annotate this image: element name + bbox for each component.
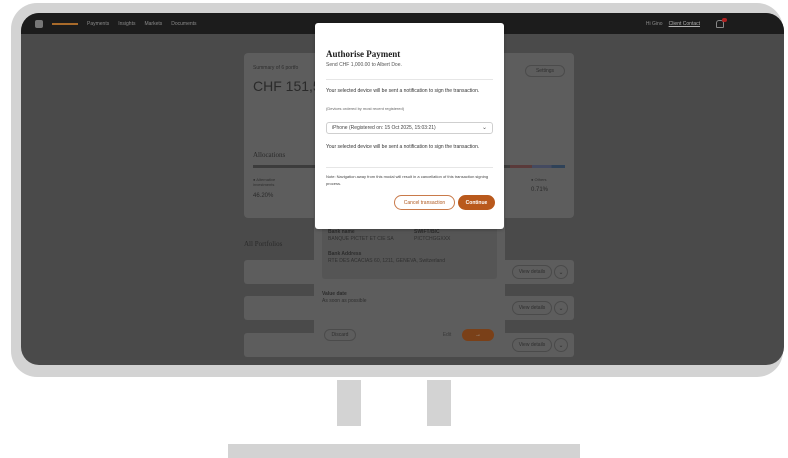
notification-badge <box>722 17 727 22</box>
cancel-transaction-button[interactable]: Cancel transaction <box>394 195 455 210</box>
summary-title: Summary of 6 portfo <box>253 65 299 71</box>
bank-address-label: Bank Address <box>328 251 362 257</box>
device-order-hint: (Devices ordered by most recent register… <box>326 106 405 111</box>
value-date-label: Value date <box>322 291 347 297</box>
device-select[interactable]: iPhone (Registered on: 15 Oct 2025, 15:0… <box>326 122 493 134</box>
settings-button[interactable]: Settings <box>525 65 565 77</box>
nav-user-area: Hi Gino Client Contact <box>645 13 727 34</box>
allocation-bar-segments <box>510 165 565 168</box>
bank-address-value: RTE DES ACACIAS 60, 1211, GENEVA, Switze… <box>328 258 445 264</box>
nav-item-insights[interactable]: Insights <box>118 21 135 27</box>
view-details-button[interactable]: View details <box>512 301 552 315</box>
nav-item-markets[interactable]: Markets <box>144 21 162 27</box>
modal-title: Authorise Payment <box>326 49 401 59</box>
all-portfolios-heading: All Portfolios <box>244 240 283 248</box>
view-details-button[interactable]: View details <box>512 265 552 279</box>
swift-value: PICTCHGGXXX <box>414 236 451 242</box>
bank-name-value: BANQUE PICTET ET CIE SA <box>328 236 394 242</box>
device-notification-info: Your selected device will be sent a noti… <box>326 88 480 94</box>
next-button[interactable]: → <box>462 329 494 341</box>
allocation-label: ● Alternative investments <box>253 177 276 187</box>
chevron-down-icon: ⌄ <box>481 125 487 131</box>
nav-item-payments[interactable]: Payments <box>87 21 109 27</box>
view-details-button[interactable]: View details <box>512 338 552 352</box>
app-logo-icon <box>35 19 43 28</box>
navigation-warning-note: Note: Navigation away from this modal wi… <box>326 174 489 186</box>
value-date-value: As soon as possible <box>322 298 367 304</box>
user-greeting: Hi Gino <box>645 20 663 27</box>
allocation-percent: 46.20% <box>253 193 274 199</box>
chevron-down-icon[interactable]: ⌄ <box>554 338 568 352</box>
modal-subtitle: Send CHF 1,000.00 to Albert Doe. <box>326 62 402 68</box>
monitor-stand-left <box>337 380 361 426</box>
device-select-value: iPhone (Registered on: 15 Oct 2025, 15:0… <box>332 125 436 131</box>
bank-name-label: Bank name <box>328 229 355 235</box>
divider <box>326 79 493 80</box>
chevron-down-icon[interactable]: ⌄ <box>554 265 568 279</box>
authorise-payment-modal: Authorise Payment Send CHF 1,000.00 to A… <box>315 23 504 229</box>
edit-button[interactable]: Edit <box>434 329 460 341</box>
monitor-screen: Payments Insights Markets Documents Hi G… <box>21 13 784 365</box>
continue-button[interactable]: Continue <box>458 195 495 210</box>
discard-button[interactable]: Discard <box>324 329 356 341</box>
chevron-down-icon[interactable]: ⌄ <box>554 301 568 315</box>
allocations-heading: Allocations <box>253 151 286 159</box>
allocation-percent: 0.71% <box>531 187 549 193</box>
bell-icon[interactable] <box>716 17 727 28</box>
nav-item-documents[interactable]: Documents <box>171 21 196 27</box>
nav-item-home[interactable] <box>52 22 78 25</box>
device-notification-info-secondary: Your selected device will be sent a noti… <box>326 144 480 150</box>
bank-details-box: Bank name BANQUE PICTET ET CIE SA SWIFT/… <box>322 223 497 279</box>
divider <box>326 167 493 168</box>
swift-label: SWIFT/BIC <box>414 229 440 235</box>
client-contact-link[interactable]: Client Contact <box>669 21 700 27</box>
monitor-stand-right <box>427 380 451 426</box>
allocation-label: ● Others <box>531 177 547 182</box>
